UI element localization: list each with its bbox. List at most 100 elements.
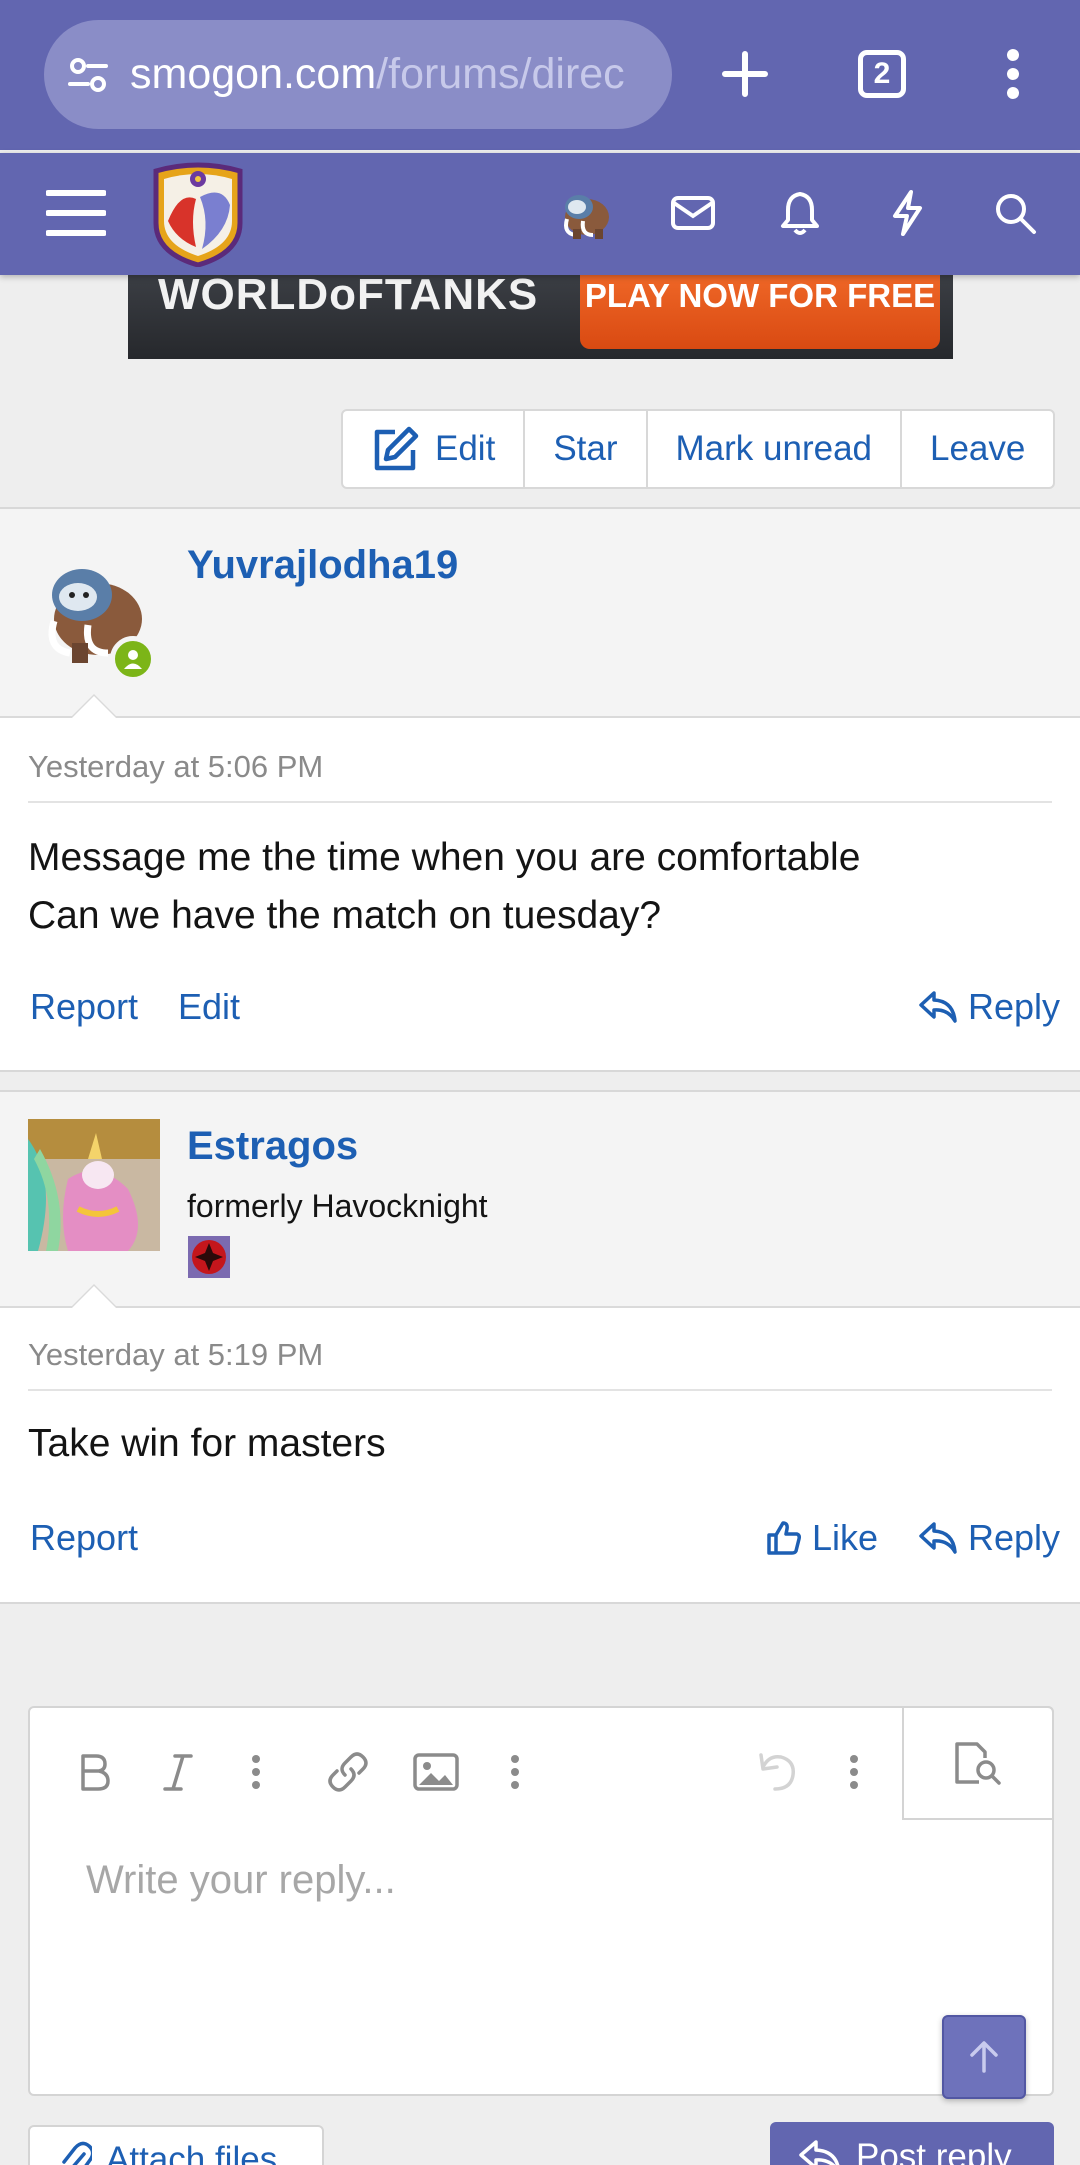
more-vert-icon xyxy=(511,1755,519,1789)
mark-unread-button[interactable]: Mark unread xyxy=(648,411,902,487)
reply-icon xyxy=(919,1522,957,1554)
username[interactable]: Yuvrajlodha19 xyxy=(187,543,458,588)
edit-conversation-button[interactable]: Edit xyxy=(343,411,526,487)
user-title: formerly Havocknight xyxy=(187,1188,488,1224)
bold-button[interactable] xyxy=(64,1742,124,1802)
hamburger-icon xyxy=(46,190,106,236)
search-icon xyxy=(996,194,1036,234)
search-button[interactable] xyxy=(975,173,1055,253)
link-icon xyxy=(328,1752,368,1792)
edit-message-label: Edit xyxy=(178,986,241,1027)
site-header xyxy=(0,153,1080,275)
conversation-actions: Edit Star Mark unread Leave xyxy=(341,409,1056,489)
ad-brand: WORLDoFTANKS xyxy=(158,275,539,319)
edit-message-button[interactable]: Edit xyxy=(178,986,240,1028)
avatar xyxy=(564,195,609,239)
more-vert-icon xyxy=(252,1755,260,1789)
post-reply-button[interactable]: Post reply xyxy=(770,2122,1054,2165)
mark-unread-label: Mark unread xyxy=(675,429,872,468)
alerts-button[interactable] xyxy=(760,173,840,253)
plus-icon xyxy=(722,51,768,97)
message-line: Message me the time when you are comfort… xyxy=(28,836,861,879)
message-line: Take win for masters xyxy=(28,1422,386,1465)
star-button[interactable]: Star xyxy=(525,411,648,487)
more-vert-icon xyxy=(1007,49,1019,99)
url-path: /forums/direc xyxy=(376,50,625,98)
message: Yuvrajlodha19 Yesterday at 5:06 PM Messa… xyxy=(0,507,1080,1072)
message-user-info: Yuvrajlodha19 xyxy=(0,509,1080,718)
divider xyxy=(28,801,1052,803)
message: Estragos formerly Havocknight Yesterday … xyxy=(0,1090,1080,1604)
tab-switcher-button[interactable]: 2 xyxy=(842,34,922,114)
undo-icon xyxy=(759,1753,795,1791)
reply-label: Reply xyxy=(968,986,1061,1027)
post-reply-label: Post reply xyxy=(856,2137,1012,2165)
user-icon xyxy=(124,650,142,669)
user-banner-icon xyxy=(188,1236,230,1278)
more-text-options-button[interactable] xyxy=(226,1742,286,1802)
message-body: Message me the time when you are comfort… xyxy=(28,829,860,945)
undo-button[interactable] xyxy=(746,1742,806,1802)
more-insert-options-button[interactable] xyxy=(485,1742,545,1802)
insert-image-button[interactable] xyxy=(406,1742,466,1802)
report-label: Report xyxy=(30,986,139,1027)
reply-label: Reply xyxy=(968,1517,1061,1558)
address-bar[interactable]: smogon.com/forums/direc xyxy=(44,20,672,129)
leave-label: Leave xyxy=(930,429,1026,468)
username[interactable]: Estragos xyxy=(187,1124,358,1169)
nav-menu-button[interactable] xyxy=(36,173,116,253)
bolt-icon xyxy=(893,190,922,236)
star-label: Star xyxy=(553,429,618,468)
preview-icon xyxy=(955,1742,1001,1785)
thumbs-up-icon xyxy=(767,1521,801,1555)
leave-button[interactable]: Leave xyxy=(902,411,1053,487)
message-user-info: Estragos formerly Havocknight xyxy=(0,1092,1080,1308)
italic-button[interactable] xyxy=(148,1742,208,1802)
account-avatar-button[interactable] xyxy=(545,173,625,253)
reply-button[interactable]: Reply xyxy=(918,1517,1060,1559)
online-badge xyxy=(110,636,156,682)
italic-icon xyxy=(163,1754,193,1791)
new-tab-button[interactable] xyxy=(705,34,785,114)
whats-new-button[interactable] xyxy=(867,173,947,253)
bell-icon xyxy=(781,192,819,235)
like-label: Like xyxy=(812,1517,879,1558)
more-vert-icon xyxy=(850,1755,858,1789)
ad-cta-button[interactable]: PLAY NOW FOR FREE xyxy=(580,275,940,349)
like-button[interactable]: Like xyxy=(766,1517,878,1559)
more-options-button[interactable] xyxy=(824,1742,884,1802)
report-button[interactable]: Report xyxy=(30,1517,138,1559)
user-avatar[interactable] xyxy=(28,1119,160,1251)
message-date[interactable]: Yesterday at 5:19 PM xyxy=(28,1337,323,1373)
insert-link-button[interactable] xyxy=(318,1742,378,1802)
url-text[interactable]: smogon.com/forums/direc xyxy=(130,50,625,99)
reply-icon xyxy=(919,991,957,1023)
tab-count: 2 xyxy=(858,50,906,98)
attach-files-button[interactable]: Attach files xyxy=(28,2125,324,2165)
message-line: Can we have the match on tuesday? xyxy=(28,894,662,937)
browser-toolbar: smogon.com/forums/direc 2 xyxy=(0,0,1080,150)
scroll-to-top-button[interactable] xyxy=(942,2015,1026,2099)
edit-icon xyxy=(374,426,419,471)
smogon-logo[interactable] xyxy=(150,161,246,267)
reply-input[interactable]: Write your reply... xyxy=(86,1858,396,1903)
image-icon xyxy=(413,1753,459,1791)
message-date[interactable]: Yesterday at 5:06 PM xyxy=(28,749,323,785)
message-body: Take win for masters xyxy=(28,1415,386,1473)
report-label: Report xyxy=(30,1517,139,1558)
ad-banner[interactable]: WORLDoFTANKS PLAY NOW FOR FREE xyxy=(128,275,953,359)
arrow-up-icon xyxy=(970,2041,998,2073)
conversations-button[interactable] xyxy=(653,173,733,253)
reply-editor[interactable]: Write your reply... xyxy=(28,1706,1054,2096)
paperclip-icon xyxy=(62,2141,92,2165)
site-settings-icon[interactable] xyxy=(66,53,110,97)
attach-files-label: Attach files xyxy=(106,2140,278,2165)
preview-button[interactable] xyxy=(902,1706,1054,1820)
reply-button[interactable]: Reply xyxy=(918,986,1060,1028)
url-domain: smogon.com xyxy=(130,50,377,98)
bold-icon xyxy=(81,1754,110,1791)
divider xyxy=(28,1389,1052,1391)
envelope-icon xyxy=(671,196,715,230)
report-button[interactable]: Report xyxy=(30,986,138,1028)
browser-menu-button[interactable] xyxy=(973,34,1053,114)
